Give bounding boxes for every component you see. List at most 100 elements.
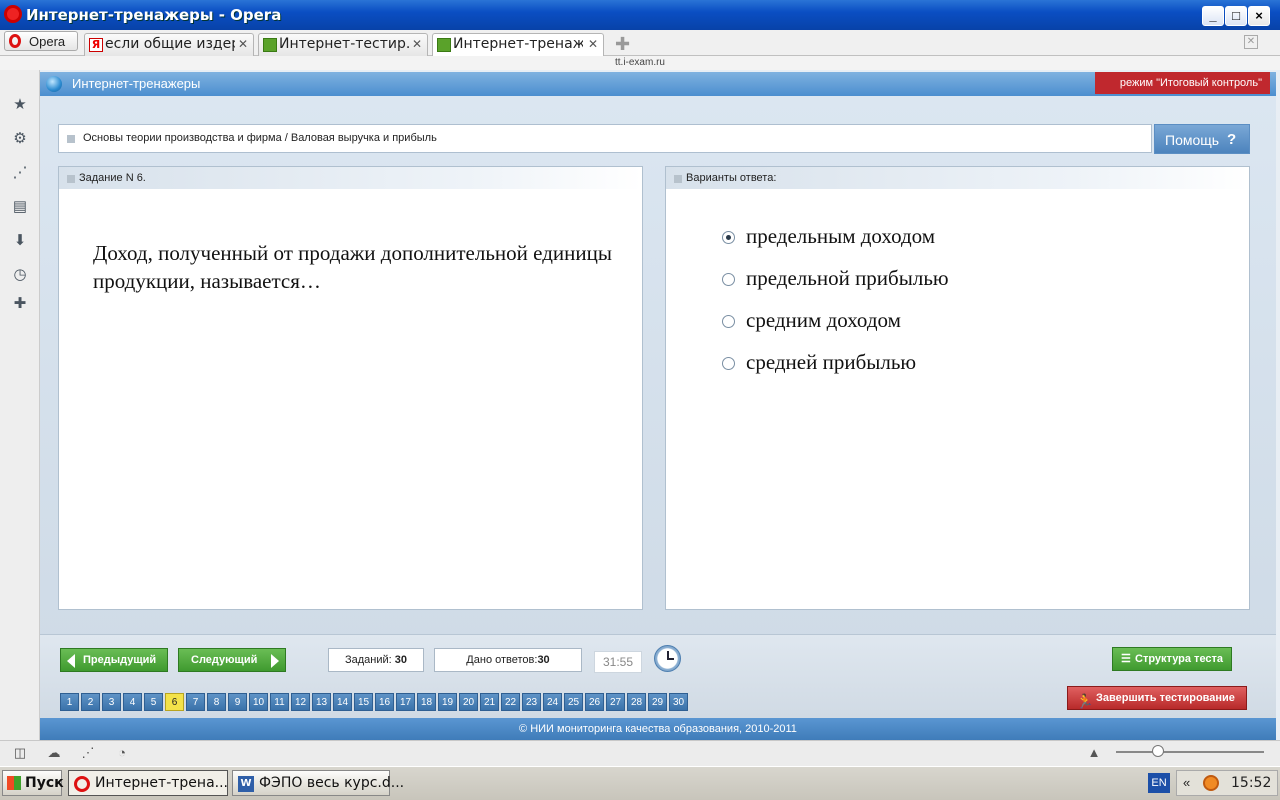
- opera-menu-label: Opera: [29, 34, 66, 49]
- page-number-button[interactable]: 21: [480, 693, 499, 711]
- minimize-button[interactable]: _: [1202, 6, 1224, 26]
- answer-option[interactable]: предельной прибылью: [722, 265, 1122, 293]
- downloads-icon[interactable]: ⬇: [12, 233, 28, 249]
- help-label: Помощь: [1165, 132, 1220, 148]
- speed-dial-icon[interactable]: ◔: [114, 745, 130, 761]
- page-numbers: 1 2 3 4 5 6 7 8 9 10 11 12 13 14 15 16 17 18 19 20 21 22 23 24 2…: [60, 693, 688, 711]
- tab-close-icon[interactable]: ✕: [238, 37, 248, 51]
- panel-toggle-icon[interactable]: ◫: [12, 745, 28, 761]
- page-number-button[interactable]: 27: [606, 693, 625, 711]
- page-number-button[interactable]: 10: [249, 693, 268, 711]
- arrow-left-icon: [67, 654, 75, 668]
- page-number-button[interactable]: 22: [501, 693, 520, 711]
- tasks-label: Заданий:: [344, 654, 392, 666]
- page-number-button[interactable]: 11: [270, 693, 289, 711]
- closed-tabs-icon[interactable]: ✕: [1244, 35, 1258, 49]
- zoom-slider-track[interactable]: [1116, 751, 1264, 753]
- page-number-button[interactable]: 29: [648, 693, 667, 711]
- page-number-button[interactable]: 14: [333, 693, 352, 711]
- radio-unselected[interactable]: [722, 315, 735, 328]
- zoom-arrow-icon[interactable]: ▲: [1086, 745, 1102, 761]
- page-number-button[interactable]: 15: [354, 693, 373, 711]
- page-number-button[interactable]: 30: [669, 693, 688, 711]
- test-structure-button[interactable]: ☰ Структура теста: [1112, 647, 1232, 671]
- page-number-button[interactable]: 16: [375, 693, 394, 711]
- page-number-button[interactable]: 2: [81, 693, 100, 711]
- tray-app-icon[interactable]: [1203, 775, 1219, 791]
- opera-menu-button[interactable]: Opera: [4, 31, 78, 51]
- new-tab-icon[interactable]: ✚: [615, 34, 630, 55]
- browser-sidebar: ★ ⚙ ⋰ ▤ ⬇ ◷ ✚: [0, 70, 40, 740]
- tab-internet-testing[interactable]: Интернет-тестир... ✕: [258, 33, 428, 56]
- yandex-icon: Я: [89, 38, 103, 52]
- page-number-button[interactable]: 24: [543, 693, 562, 711]
- answer-option[interactable]: предельным доходом: [722, 223, 1122, 251]
- radio-unselected[interactable]: [722, 273, 735, 286]
- tab-close-icon[interactable]: ✕: [588, 37, 598, 51]
- gear-icon[interactable]: ⚙: [12, 131, 28, 147]
- breadcrumb-text: Основы теории производства и фирма / Вал…: [83, 132, 437, 144]
- page-number-button[interactable]: 5: [144, 693, 163, 711]
- start-button[interactable]: Пуск: [2, 770, 64, 796]
- unite-icon[interactable]: ⋰: [80, 745, 96, 761]
- page-number-button[interactable]: 28: [627, 693, 646, 711]
- page-number-button[interactable]: 6: [165, 693, 184, 711]
- page-number-button[interactable]: 13: [312, 693, 331, 711]
- arrow-right-icon: [271, 654, 279, 668]
- tray-expand-icon[interactable]: «: [1183, 775, 1190, 790]
- answer-option[interactable]: средней прибылью: [722, 349, 1122, 377]
- app-title: Интернет-тренажеры: [72, 76, 201, 91]
- answer-text: средней прибылью: [746, 350, 917, 374]
- radio-selected[interactable]: [722, 231, 735, 244]
- cloud-icon[interactable]: ☁: [46, 745, 62, 761]
- test-structure-label: Структура теста: [1135, 653, 1224, 665]
- page-number-button[interactable]: 8: [207, 693, 226, 711]
- taskbar-item-word[interactable]: W ФЭПО весь курс.d...: [232, 770, 404, 796]
- task-panel-title: Задание N 6.: [79, 172, 146, 184]
- tab-close-icon[interactable]: ✕: [412, 37, 422, 51]
- previous-button[interactable]: Предыдущий: [60, 648, 168, 672]
- page-number-button[interactable]: 9: [228, 693, 247, 711]
- close-button[interactable]: ×: [1248, 6, 1270, 26]
- tab-internet-trainers[interactable]: Интернет-тренаж... ✕: [432, 33, 604, 56]
- word-icon: W: [238, 776, 254, 792]
- taskbar-item-opera[interactable]: Интернет-трена...: [68, 770, 228, 796]
- maximize-button[interactable]: □: [1225, 6, 1247, 26]
- answered-counter: Дано ответов:30: [434, 648, 582, 672]
- bullet-square-icon: [674, 175, 682, 183]
- page-number-button[interactable]: 7: [186, 693, 205, 711]
- radio-unselected[interactable]: [722, 357, 735, 370]
- page-number-button[interactable]: 20: [459, 693, 478, 711]
- notes-icon[interactable]: ▤: [12, 199, 28, 215]
- page-number-button[interactable]: 3: [102, 693, 121, 711]
- page-number-button[interactable]: 18: [417, 693, 436, 711]
- zoom-slider-knob[interactable]: [1152, 745, 1164, 757]
- answer-option[interactable]: средним доходом: [722, 307, 1122, 335]
- finish-test-label: Завершить тестирование: [1096, 692, 1235, 704]
- tasks-count: 30: [394, 654, 408, 666]
- page-number-button[interactable]: 1: [60, 693, 79, 711]
- share-icon[interactable]: ⋰: [12, 165, 28, 181]
- language-indicator[interactable]: EN: [1148, 773, 1170, 793]
- page-number-button[interactable]: 26: [585, 693, 604, 711]
- window-titlebar: Интернет-тренажеры - Opera _ □ ×: [0, 0, 1280, 30]
- finish-test-button[interactable]: 🏃 Завершить тестирование: [1067, 686, 1247, 710]
- page-number-button[interactable]: 17: [396, 693, 415, 711]
- task-panel-header: Задание N 6.: [59, 167, 642, 189]
- next-button[interactable]: Следующий: [178, 648, 286, 672]
- page-number-button[interactable]: 4: [123, 693, 142, 711]
- mode-badge: режим "Итоговый контроль": [1095, 72, 1270, 94]
- page-number-button[interactable]: 23: [522, 693, 541, 711]
- app-header: Интернет-тренажеры: [40, 72, 1276, 96]
- green-site-icon: [437, 38, 451, 52]
- bookmarks-icon[interactable]: ★: [12, 97, 28, 113]
- add-panel-icon[interactable]: ✚: [12, 296, 28, 312]
- help-button[interactable]: Помощь ?: [1154, 124, 1250, 154]
- clock-icon: [654, 645, 681, 672]
- page-number-button[interactable]: 12: [291, 693, 310, 711]
- green-site-icon: [263, 38, 277, 52]
- page-number-button[interactable]: 25: [564, 693, 583, 711]
- history-icon[interactable]: ◷: [12, 267, 28, 283]
- tab-yandex[interactable]: Я если общие издер... ✕: [84, 33, 254, 56]
- page-number-button[interactable]: 19: [438, 693, 457, 711]
